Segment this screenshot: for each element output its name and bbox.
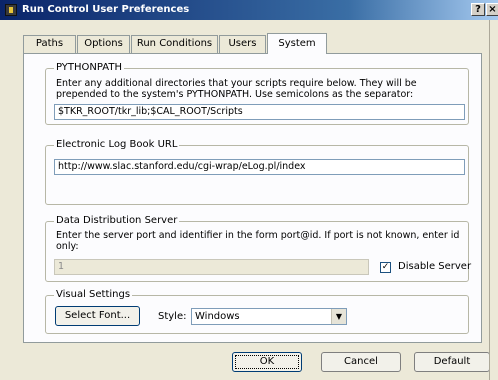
chevron-down-icon[interactable]: ▼ xyxy=(331,309,346,324)
tab-users[interactable]: Users xyxy=(219,35,266,53)
preferences-window: Run Control User Preferences ? × Paths O… xyxy=(0,0,498,380)
tab-paths[interactable]: Paths xyxy=(23,35,76,53)
disable-server-label[interactable]: Disable Server xyxy=(398,261,471,273)
style-select-value: Windows xyxy=(195,311,240,322)
cancel-button[interactable]: Cancel xyxy=(321,352,401,372)
default-button[interactable]: Default xyxy=(414,352,490,372)
title-bar[interactable]: Run Control User Preferences ? × xyxy=(0,0,498,20)
pythonpath-group: PYTHONPATH Enter any additional director… xyxy=(45,62,469,125)
elog-url-group-title: Electronic Log Book URL xyxy=(54,139,180,151)
close-button[interactable]: × xyxy=(486,3,498,16)
dds-description-line2: only: xyxy=(56,241,79,252)
pythonpath-input[interactable]: $TKR_ROOT/tkr_lib;$CAL_ROOT/Scripts xyxy=(54,104,465,120)
dds-port-input[interactable]: 1 xyxy=(54,259,369,275)
visual-settings-group-title: Visual Settings xyxy=(54,289,133,301)
app-icon xyxy=(5,4,17,16)
tab-run-conditions[interactable]: Run Conditions xyxy=(131,35,218,53)
window-right-edge xyxy=(489,20,498,380)
help-button[interactable]: ? xyxy=(471,3,485,16)
tab-system[interactable]: System xyxy=(267,33,327,54)
window-title: Run Control User Preferences xyxy=(22,4,190,15)
visual-settings-group: Visual Settings Select Font... Style: Wi… xyxy=(45,289,469,334)
system-tab-panel: PYTHONPATH Enter any additional director… xyxy=(23,53,482,343)
pythonpath-group-title: PYTHONPATH xyxy=(54,62,124,74)
dds-group: Data Distribution Server Enter the serve… xyxy=(45,215,471,282)
pythonpath-description-line2: prepended to the system's PYTHONPATH. Us… xyxy=(56,89,414,100)
style-label: Style: xyxy=(158,311,187,322)
disable-server-checkbox[interactable]: ✓ xyxy=(380,262,391,273)
dds-group-title: Data Distribution Server xyxy=(54,215,180,227)
elog-url-group: Electronic Log Book URL http://www.slac.… xyxy=(45,139,469,205)
select-font-button[interactable]: Select Font... xyxy=(55,306,140,326)
ok-button[interactable]: OK xyxy=(232,352,302,372)
dds-description-line1: Enter the server port and identifier in … xyxy=(56,230,460,241)
elog-url-input[interactable]: http://www.slac.stanford.edu/cgi-wrap/eL… xyxy=(54,159,465,175)
style-select[interactable]: Windows ▼ xyxy=(191,308,347,325)
tab-options[interactable]: Options xyxy=(77,35,130,53)
